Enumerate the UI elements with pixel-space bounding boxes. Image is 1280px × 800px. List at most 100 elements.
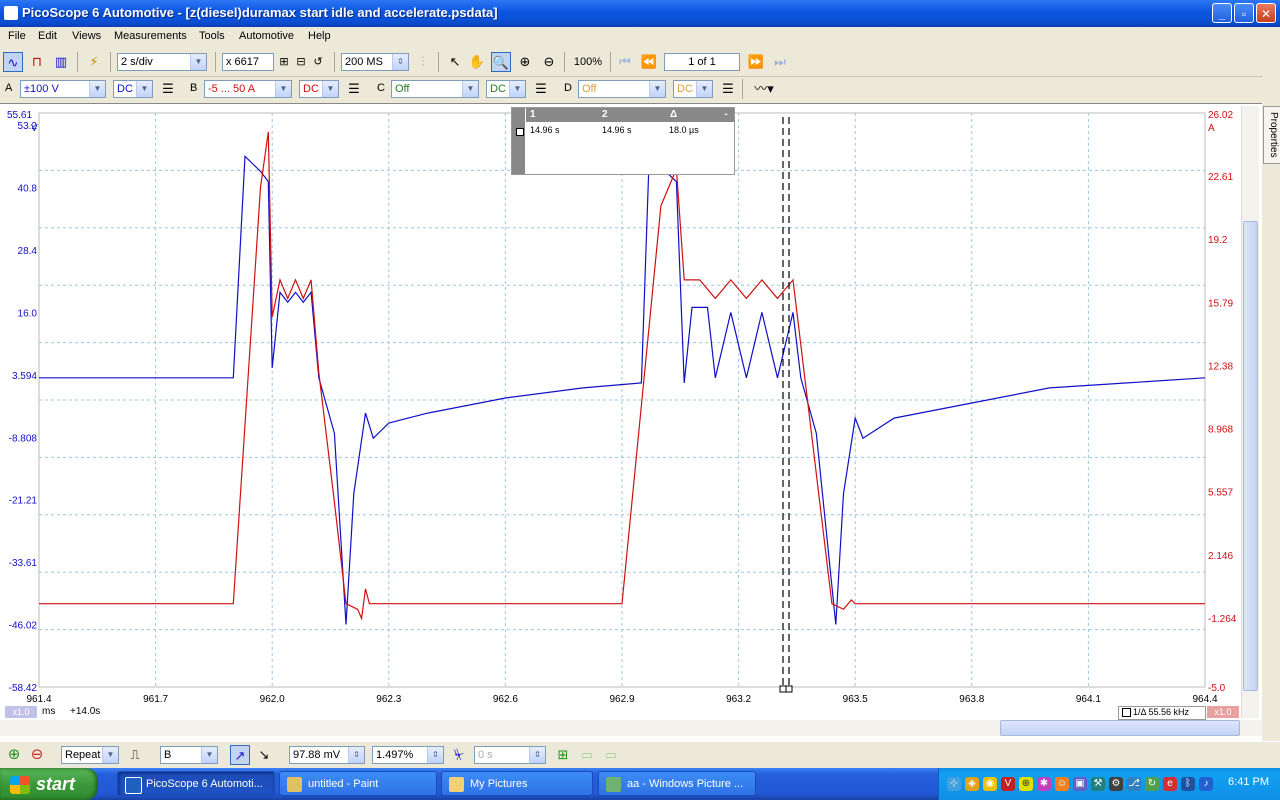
tray-tools-icon[interactable]: ⚒ (1091, 777, 1105, 791)
math-channel-icon[interactable]: 〰▾ (749, 79, 779, 99)
tray-shield-icon[interactable]: ◈ (965, 777, 979, 791)
trigger-level-field[interactable]: 97.88 mV ⇕ (289, 746, 365, 764)
first-buffer-icon[interactable]: ⏮ (615, 52, 635, 72)
channel-c-options-icon[interactable]: ☰ (531, 79, 551, 99)
tray-bluetooth-icon[interactable]: ᛒ (1181, 777, 1195, 791)
horizontal-scroll-thumb[interactable] (1000, 720, 1240, 736)
horizontal-scrollbar[interactable] (0, 720, 1262, 736)
next-buffer-icon[interactable]: ⏩ (746, 52, 766, 72)
zoom-factor-field[interactable]: x 6617 (222, 53, 274, 71)
pointer-tool-icon[interactable]: ↖ (445, 52, 465, 72)
automotive-lightning-icon[interactable]: ⚡ (84, 52, 104, 72)
minimize-button[interactable]: _ (1212, 3, 1232, 23)
x-axis-tick-label: 961.7 (143, 694, 168, 705)
zoom-in-icon[interactable]: ⊕ (515, 52, 535, 72)
tray-volume-icon[interactable]: ♪ (1199, 777, 1213, 791)
time-ruler-handle[interactable] (779, 685, 787, 693)
zoom-area-icon[interactable]: 🔍 (491, 52, 511, 72)
trigger-channel-select[interactable]: B ▼ (160, 746, 218, 764)
vertical-scrollbar[interactable] (1241, 106, 1259, 718)
post-trigger-delay-icon[interactable]: ⏧ (449, 745, 469, 765)
ruler-header-minimize[interactable]: - (718, 108, 734, 122)
tray-update-icon[interactable]: ↻ (1145, 777, 1159, 791)
undo-zoom-button[interactable]: ↺ (308, 52, 328, 72)
tray-messenger-icon[interactable]: ☺ (1055, 777, 1069, 791)
tray-antivirus-icon[interactable]: V (1001, 777, 1015, 791)
menu-help[interactable]: Help (308, 30, 331, 42)
add-measurement-icon[interactable]: ⊞ (553, 745, 573, 765)
signal-generator-icon[interactable]: ⫶ (413, 52, 433, 72)
zoom-out-icon[interactable]: ⊖ (539, 52, 559, 72)
tray-display-icon[interactable]: ▣ (1073, 777, 1087, 791)
right-axis-scale[interactable]: x1.0 (1207, 706, 1239, 718)
falling-edge-icon[interactable]: ↘ (254, 745, 274, 765)
tray-app-icon[interactable]: ✱ (1037, 777, 1051, 791)
channel-c-coupling-select[interactable]: DC ▼ (486, 80, 526, 98)
menu-edit[interactable]: Edit (38, 30, 57, 42)
tray-usb-icon[interactable]: ⎇ (1127, 777, 1141, 791)
spectrum-mode-icon[interactable]: ▥ (51, 52, 71, 72)
buffer-index-field[interactable]: 1 of 1 (664, 53, 740, 71)
menu-automotive[interactable]: Automotive (239, 30, 294, 42)
zoom-100-button[interactable]: 100% (570, 52, 606, 72)
persistence-mode-icon[interactable]: ⊓ (27, 52, 47, 72)
timebase-select[interactable]: 2 s/div ▼ (117, 53, 207, 71)
channel-b-range-select[interactable]: -5 ... 50 A ▼ (204, 80, 292, 98)
channel-b-options-icon[interactable]: ☰ (344, 79, 364, 99)
task-paint[interactable]: untitled - Paint (279, 771, 437, 796)
channel-a-coupling-select[interactable]: DC ▼ (113, 80, 153, 98)
stop-capture-icon[interactable]: ⊖ (27, 745, 47, 765)
channel-c-range-select[interactable]: Off ▼ (391, 80, 479, 98)
close-button[interactable]: ✕ (1256, 3, 1276, 23)
x-offset-label: +14.0s (70, 706, 101, 717)
vertical-scroll-thumb[interactable] (1243, 221, 1258, 691)
menu-file[interactable]: File (8, 30, 26, 42)
hand-tool-icon[interactable]: ✋ (467, 52, 487, 72)
rising-edge-icon[interactable]: ↗ (230, 745, 250, 765)
ruler-row-checkbox[interactable] (516, 128, 524, 136)
prev-buffer-icon[interactable]: ⏪ (639, 52, 659, 72)
windows-logo-icon (10, 776, 30, 795)
channel-a-range-select[interactable]: ±100 V ▼ (20, 80, 106, 98)
chevron-down-icon: ▼ (462, 81, 478, 97)
channel-d-range-select[interactable]: Off ▼ (578, 80, 666, 98)
trigger-mode-select[interactable]: Repeat ▼ (61, 746, 119, 764)
freq-checkbox[interactable] (1122, 708, 1131, 717)
menu-measurements[interactable]: Measurements (114, 30, 187, 42)
menu-tools[interactable]: Tools (199, 30, 225, 42)
edit-measurement-icon[interactable]: ▭ (577, 745, 597, 765)
chevron-down-icon: ▼ (201, 747, 217, 763)
left-axis-scale[interactable]: x1.0 (5, 706, 37, 718)
channel-d-options-icon[interactable]: ☰ (718, 79, 738, 99)
scope-graph[interactable]: 55.61V53.240.828.416.03.594-8.808-21.21-… (5, 109, 1241, 707)
tray-security-icon[interactable]: ◉ (983, 777, 997, 791)
tray-globe-icon[interactable]: ⊕ (1019, 777, 1033, 791)
scope-mode-icon[interactable]: ∿ (3, 52, 23, 72)
menu-views[interactable]: Views (72, 30, 101, 42)
start-capture-icon[interactable]: ⊕ (4, 745, 24, 765)
task-picture-viewer[interactable]: aa - Windows Picture ... (598, 771, 756, 796)
properties-tab[interactable]: Properties (1263, 106, 1280, 164)
start-button[interactable]: start (0, 768, 98, 800)
tray-hardware-icon[interactable]: ⚙ (1109, 777, 1123, 791)
channel-d-coupling-select[interactable]: DC ▼ (673, 80, 713, 98)
maximize-button[interactable]: ▫ (1234, 3, 1254, 23)
tray-network-icon[interactable]: ⊹ (947, 777, 961, 791)
task-my-pictures[interactable]: My Pictures (441, 771, 593, 796)
time-ruler-handle[interactable] (785, 685, 793, 693)
trigger-type-icon[interactable]: ⎍ (125, 745, 145, 765)
channel-b-coupling-select[interactable]: DC ▼ (299, 80, 339, 98)
task-picoscope[interactable]: PicoScope 6 Automoti... (117, 771, 275, 796)
tray-ie-icon[interactable]: e (1163, 777, 1177, 791)
post-trigger-delay-field[interactable]: 0 s ⇕ (474, 746, 546, 764)
delete-measurement-icon[interactable]: ▭ (601, 745, 621, 765)
channel-a-options-icon[interactable]: ☰ (158, 79, 178, 99)
scope-view[interactable]: 55.61 V 53.2 40.8 28.4 16.0 3.594 -8.808 -21.21-… (0, 103, 1262, 741)
x-axis-tick-label: 963.8 (959, 694, 984, 705)
pre-trigger-field[interactable]: 1.497% ⇕ (372, 746, 444, 764)
channel-d-label: D (564, 82, 572, 94)
ruler-legend[interactable]: 1 2 Δ - 14.96 s 14.96 s 18.0 µs (511, 107, 735, 175)
title-bar: PicoScope 6 Automotive - [z(diesel)duram… (0, 0, 1280, 27)
last-buffer-icon[interactable]: ⏭ (770, 52, 790, 72)
samples-field[interactable]: 200 MS ⇕ (341, 53, 409, 71)
